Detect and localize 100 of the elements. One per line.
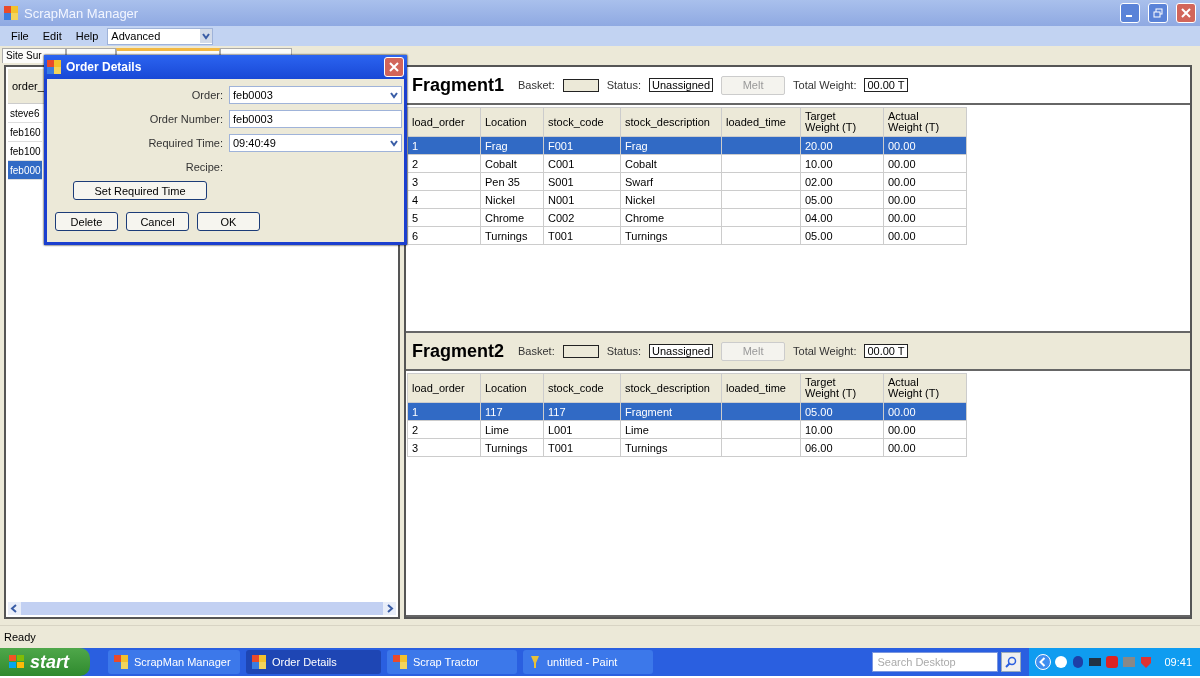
field-label: Order Number: <box>149 113 223 125</box>
close-icon[interactable] <box>389 62 399 72</box>
column-header: Actual Weight (T) <box>883 107 967 137</box>
status-value: Unassigned <box>648 78 714 92</box>
basket-label: Basket: <box>518 79 555 91</box>
tray-icon[interactable] <box>1088 655 1103 669</box>
table-cell: L001 <box>543 420 621 439</box>
column-header: Target Weight (T) <box>800 373 884 403</box>
column-header: stock_description <box>620 373 722 403</box>
app-icon <box>252 655 266 669</box>
table-cell: T001 <box>543 226 621 245</box>
table-cell: 00.00 <box>883 226 967 245</box>
table-cell: 117 <box>543 402 621 421</box>
table-cell: Turnings <box>620 438 722 457</box>
table-cell: Nickel <box>620 190 722 209</box>
total-weight-value: 00.00 T <box>864 78 908 92</box>
close-icon[interactable] <box>1181 8 1191 18</box>
clock: 09:41 <box>1164 656 1192 668</box>
table-cell: 2 <box>407 420 481 439</box>
tray-icon[interactable] <box>1054 655 1069 669</box>
dialog-button[interactable]: Delete <box>55 212 118 231</box>
table-cell: 05.00 <box>800 190 884 209</box>
basket-field <box>562 78 599 92</box>
minimize-button[interactable] <box>1120 3 1140 23</box>
restore-button[interactable] <box>1148 3 1168 23</box>
menu-item[interactable]: File <box>6 30 34 42</box>
app-icon <box>114 655 128 669</box>
table-cell: 10.00 <box>800 420 884 439</box>
windows-logo-icon <box>8 654 26 670</box>
column-header: stock_description <box>620 107 722 137</box>
table-cell: N001 <box>543 190 621 209</box>
table-cell: Lime <box>480 420 544 439</box>
app-icon <box>393 655 407 669</box>
table-cell: Turnings <box>620 226 722 245</box>
tray-icon[interactable] <box>1105 655 1120 669</box>
taskbar-button[interactable]: Scrap Tractor <box>387 650 517 674</box>
order-combo[interactable]: 09:40:49 <box>229 134 402 152</box>
table-cell: F001 <box>543 136 621 155</box>
table-cell: Turnings <box>480 438 544 457</box>
column-header: Target Weight (T) <box>800 107 884 137</box>
table-cell: 05.00 <box>800 402 884 421</box>
dialog-button[interactable]: OK <box>197 212 260 231</box>
basket-label: Basket: <box>518 345 555 357</box>
taskbar-button[interactable]: untitled - Paint <box>523 650 653 674</box>
search-field[interactable]: Search Desktop <box>872 652 999 672</box>
table-cell: Frag <box>480 136 544 155</box>
table-cell: 3 <box>407 438 481 457</box>
set-required-time-button[interactable]: Set Required Time <box>73 181 207 200</box>
order-row[interactable]: feb000 <box>8 161 42 180</box>
taskbar-button[interactable]: Order Details <box>246 650 381 674</box>
table-cell: T001 <box>543 438 621 457</box>
table-cell: Nickel <box>480 190 544 209</box>
table-cell: Turnings <box>480 226 544 245</box>
table-cell: Swarf <box>620 172 722 191</box>
column-header: stock_code <box>543 373 621 403</box>
close-button[interactable] <box>384 57 404 77</box>
window-title: ScrapMan Manager <box>24 5 140 21</box>
start-button[interactable]: start <box>0 648 90 676</box>
dropdown-icon[interactable] <box>200 29 213 43</box>
column-header: load_order <box>407 107 481 137</box>
menu-item[interactable]: Help <box>70 30 104 42</box>
dialog-button[interactable]: Cancel <box>126 212 189 231</box>
column-header: loaded_time <box>721 107 801 137</box>
table-cell: 00.00 <box>883 402 967 421</box>
column-header: stock_code <box>543 107 621 137</box>
taskbar-button[interactable]: ScrapMan Manager <box>108 650 240 674</box>
status-value: Unassigned <box>648 344 714 358</box>
table-cell: 10.00 <box>800 154 884 173</box>
mode-combo[interactable]: Advanced <box>107 27 214 45</box>
app-icon <box>4 6 18 20</box>
status-label: Status: <box>606 79 641 91</box>
column-header: Actual Weight (T) <box>883 373 967 403</box>
fragment-title: Fragment1 <box>412 74 505 96</box>
order-combo[interactable]: feb0003 <box>229 86 402 104</box>
chevron-left-icon[interactable] <box>1035 654 1052 670</box>
horizontal-scrollbar[interactable] <box>8 602 396 615</box>
table-cell: Cobalt <box>480 154 544 173</box>
scroll-left-icon[interactable] <box>8 602 21 615</box>
table-cell: C002 <box>543 208 621 227</box>
tray-icon[interactable] <box>1071 655 1086 669</box>
field-label: Order: <box>191 89 223 101</box>
table-cell: Frag <box>620 136 722 155</box>
order-number-field[interactable]: feb0003 <box>229 110 402 128</box>
table-cell: 00.00 <box>883 136 967 155</box>
fragment-title: Fragment2 <box>412 340 505 362</box>
column-header: loaded_time <box>721 373 801 403</box>
table-cell: Chrome <box>480 208 544 227</box>
close-button[interactable] <box>1176 3 1196 23</box>
field-label: Recipe: <box>185 161 223 173</box>
status-text: Ready <box>4 631 36 643</box>
table-cell: 20.00 <box>800 136 884 155</box>
table-cell: 117 <box>480 402 544 421</box>
table-cell: Cobalt <box>620 154 722 173</box>
menu-item[interactable]: Edit <box>37 30 67 42</box>
scroll-right-icon[interactable] <box>383 602 396 615</box>
restore-icon[interactable] <box>1153 8 1163 18</box>
total-weight-label: Total Weight: <box>793 345 857 357</box>
search-button[interactable] <box>1001 652 1022 672</box>
table-cell: 00.00 <box>883 208 967 227</box>
table-cell: 06.00 <box>800 438 884 457</box>
